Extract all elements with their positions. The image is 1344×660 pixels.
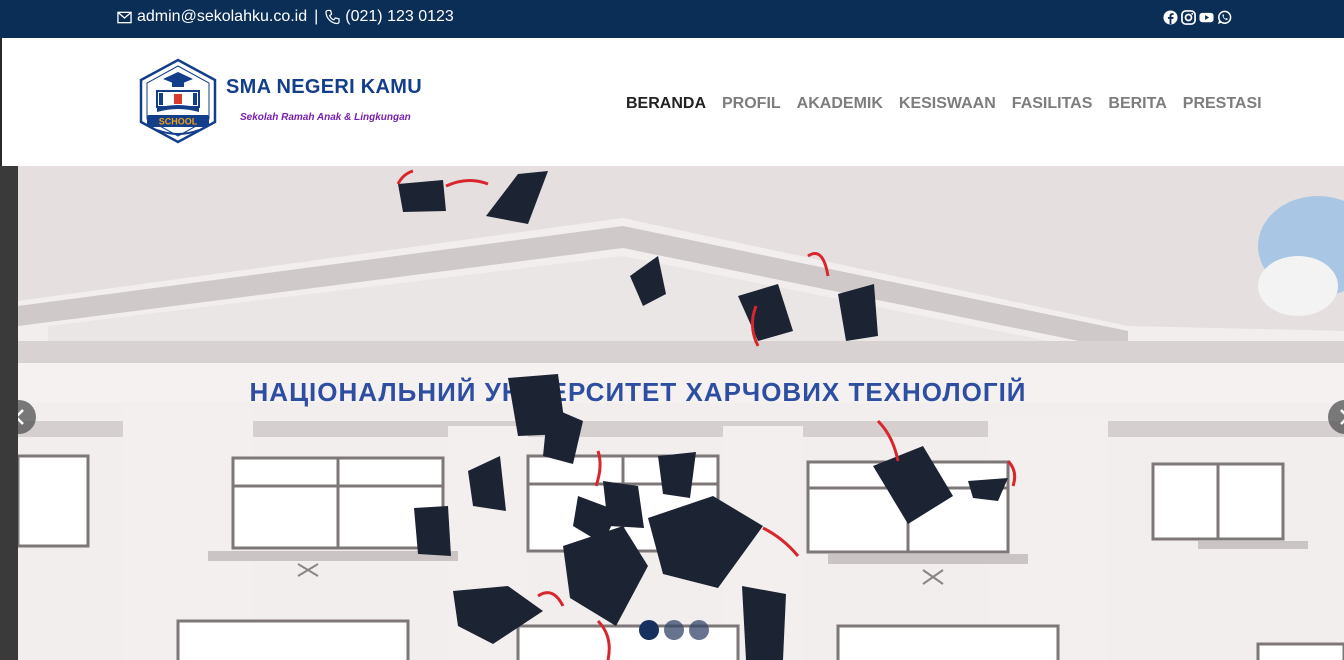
- carousel-dot-1[interactable]: [639, 620, 659, 640]
- youtube-icon[interactable]: [1199, 10, 1214, 25]
- phone-icon: [325, 9, 340, 25]
- chevron-right-icon: [1340, 409, 1344, 425]
- social-links: [1163, 10, 1232, 25]
- whatsapp-icon[interactable]: [1217, 10, 1232, 25]
- site-header: SCHOOL SMA NEGERI KAMU Sekolah Ramah Ana…: [0, 38, 1344, 166]
- nav-prestasi[interactable]: PRESTASI: [1183, 95, 1262, 113]
- nav-berita[interactable]: BERITA: [1108, 95, 1166, 113]
- nav-profil[interactable]: PROFIL: [722, 95, 781, 113]
- contact-info: admin@sekolahku.co.id | (021) 123 0123: [117, 8, 454, 26]
- email-link[interactable]: admin@sekolahku.co.id: [137, 8, 307, 26]
- contact-separator: |: [314, 8, 319, 25]
- school-logo[interactable]: SCHOOL: [135, 58, 221, 144]
- carousel-dot-3[interactable]: [689, 620, 709, 640]
- carousel-indicators: [639, 620, 709, 640]
- building-sign-text: НАЦІОНАЛЬНИЙ УНІВЕРСИТЕТ ХАРЧОВИХ ТЕХНОЛ…: [250, 377, 1027, 407]
- nav-fasilitas[interactable]: FASILITAS: [1012, 95, 1093, 113]
- chevron-left-icon: [18, 409, 24, 425]
- hero-slide-image: НАЦІОНАЛЬНИЙ УНІВЕРСИТЕТ ХАРЧОВИХ ТЕХНОЛ…: [18, 166, 1344, 660]
- instagram-icon[interactable]: [1181, 10, 1196, 25]
- carousel-prev-button[interactable]: [18, 400, 36, 434]
- hero-carousel: НАЦІОНАЛЬНИЙ УНІВЕРСИТЕТ ХАРЧОВИХ ТЕХНОЛ…: [0, 166, 1344, 660]
- top-contact-bar: admin@sekolahku.co.id | (021) 123 0123: [0, 0, 1344, 38]
- carousel-dot-2[interactable]: [664, 620, 684, 640]
- facebook-icon[interactable]: [1163, 10, 1178, 25]
- logo-school-text: SCHOOL: [159, 117, 198, 127]
- school-name[interactable]: SMA NEGERI KAMU: [226, 76, 422, 99]
- nav-akademik[interactable]: AKADEMIK: [797, 95, 883, 113]
- main-nav: BERANDA PROFIL AKADEMIK KESISWAAN FASILI…: [626, 95, 1262, 113]
- phone-link[interactable]: (021) 123 0123: [345, 8, 454, 26]
- nav-kesiswaan[interactable]: KESISWAAN: [899, 95, 996, 113]
- envelope-icon: [117, 10, 132, 25]
- school-tagline: Sekolah Ramah Anak & Lingkungan: [240, 112, 411, 123]
- nav-beranda[interactable]: BERANDA: [626, 95, 706, 113]
